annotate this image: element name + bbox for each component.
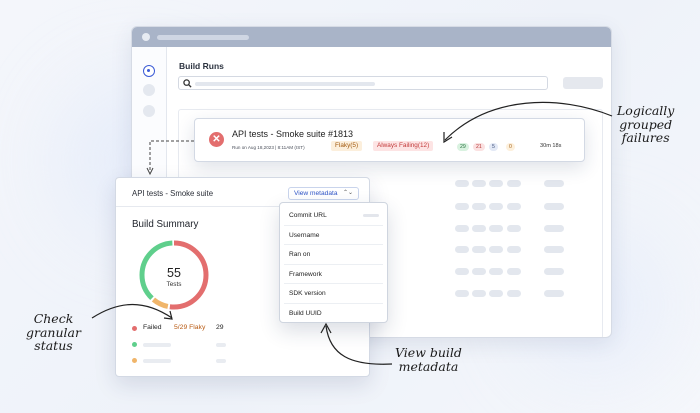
note-granular-status: Check granular status (26, 312, 81, 353)
note-line: grouped (619, 116, 673, 132)
annotation-arrows (91, 101, 613, 365)
note-line: failures (621, 130, 670, 145)
note-line: metadata (398, 358, 459, 374)
note-line: granular (26, 324, 81, 340)
note-line: View build (395, 345, 462, 360)
note-line: Check (33, 311, 74, 326)
note-grouped-failures: Logically grouped failures (617, 104, 674, 145)
dashed-connector (149, 140, 194, 172)
build-metadata-arrow (325, 325, 393, 365)
note-line: Logically (617, 103, 675, 118)
note-build-metadata: View build metadata (395, 346, 462, 373)
grouped-failures-arrow (444, 101, 613, 141)
granular-status-arrow (91, 303, 173, 319)
note-line: status (34, 338, 73, 353)
